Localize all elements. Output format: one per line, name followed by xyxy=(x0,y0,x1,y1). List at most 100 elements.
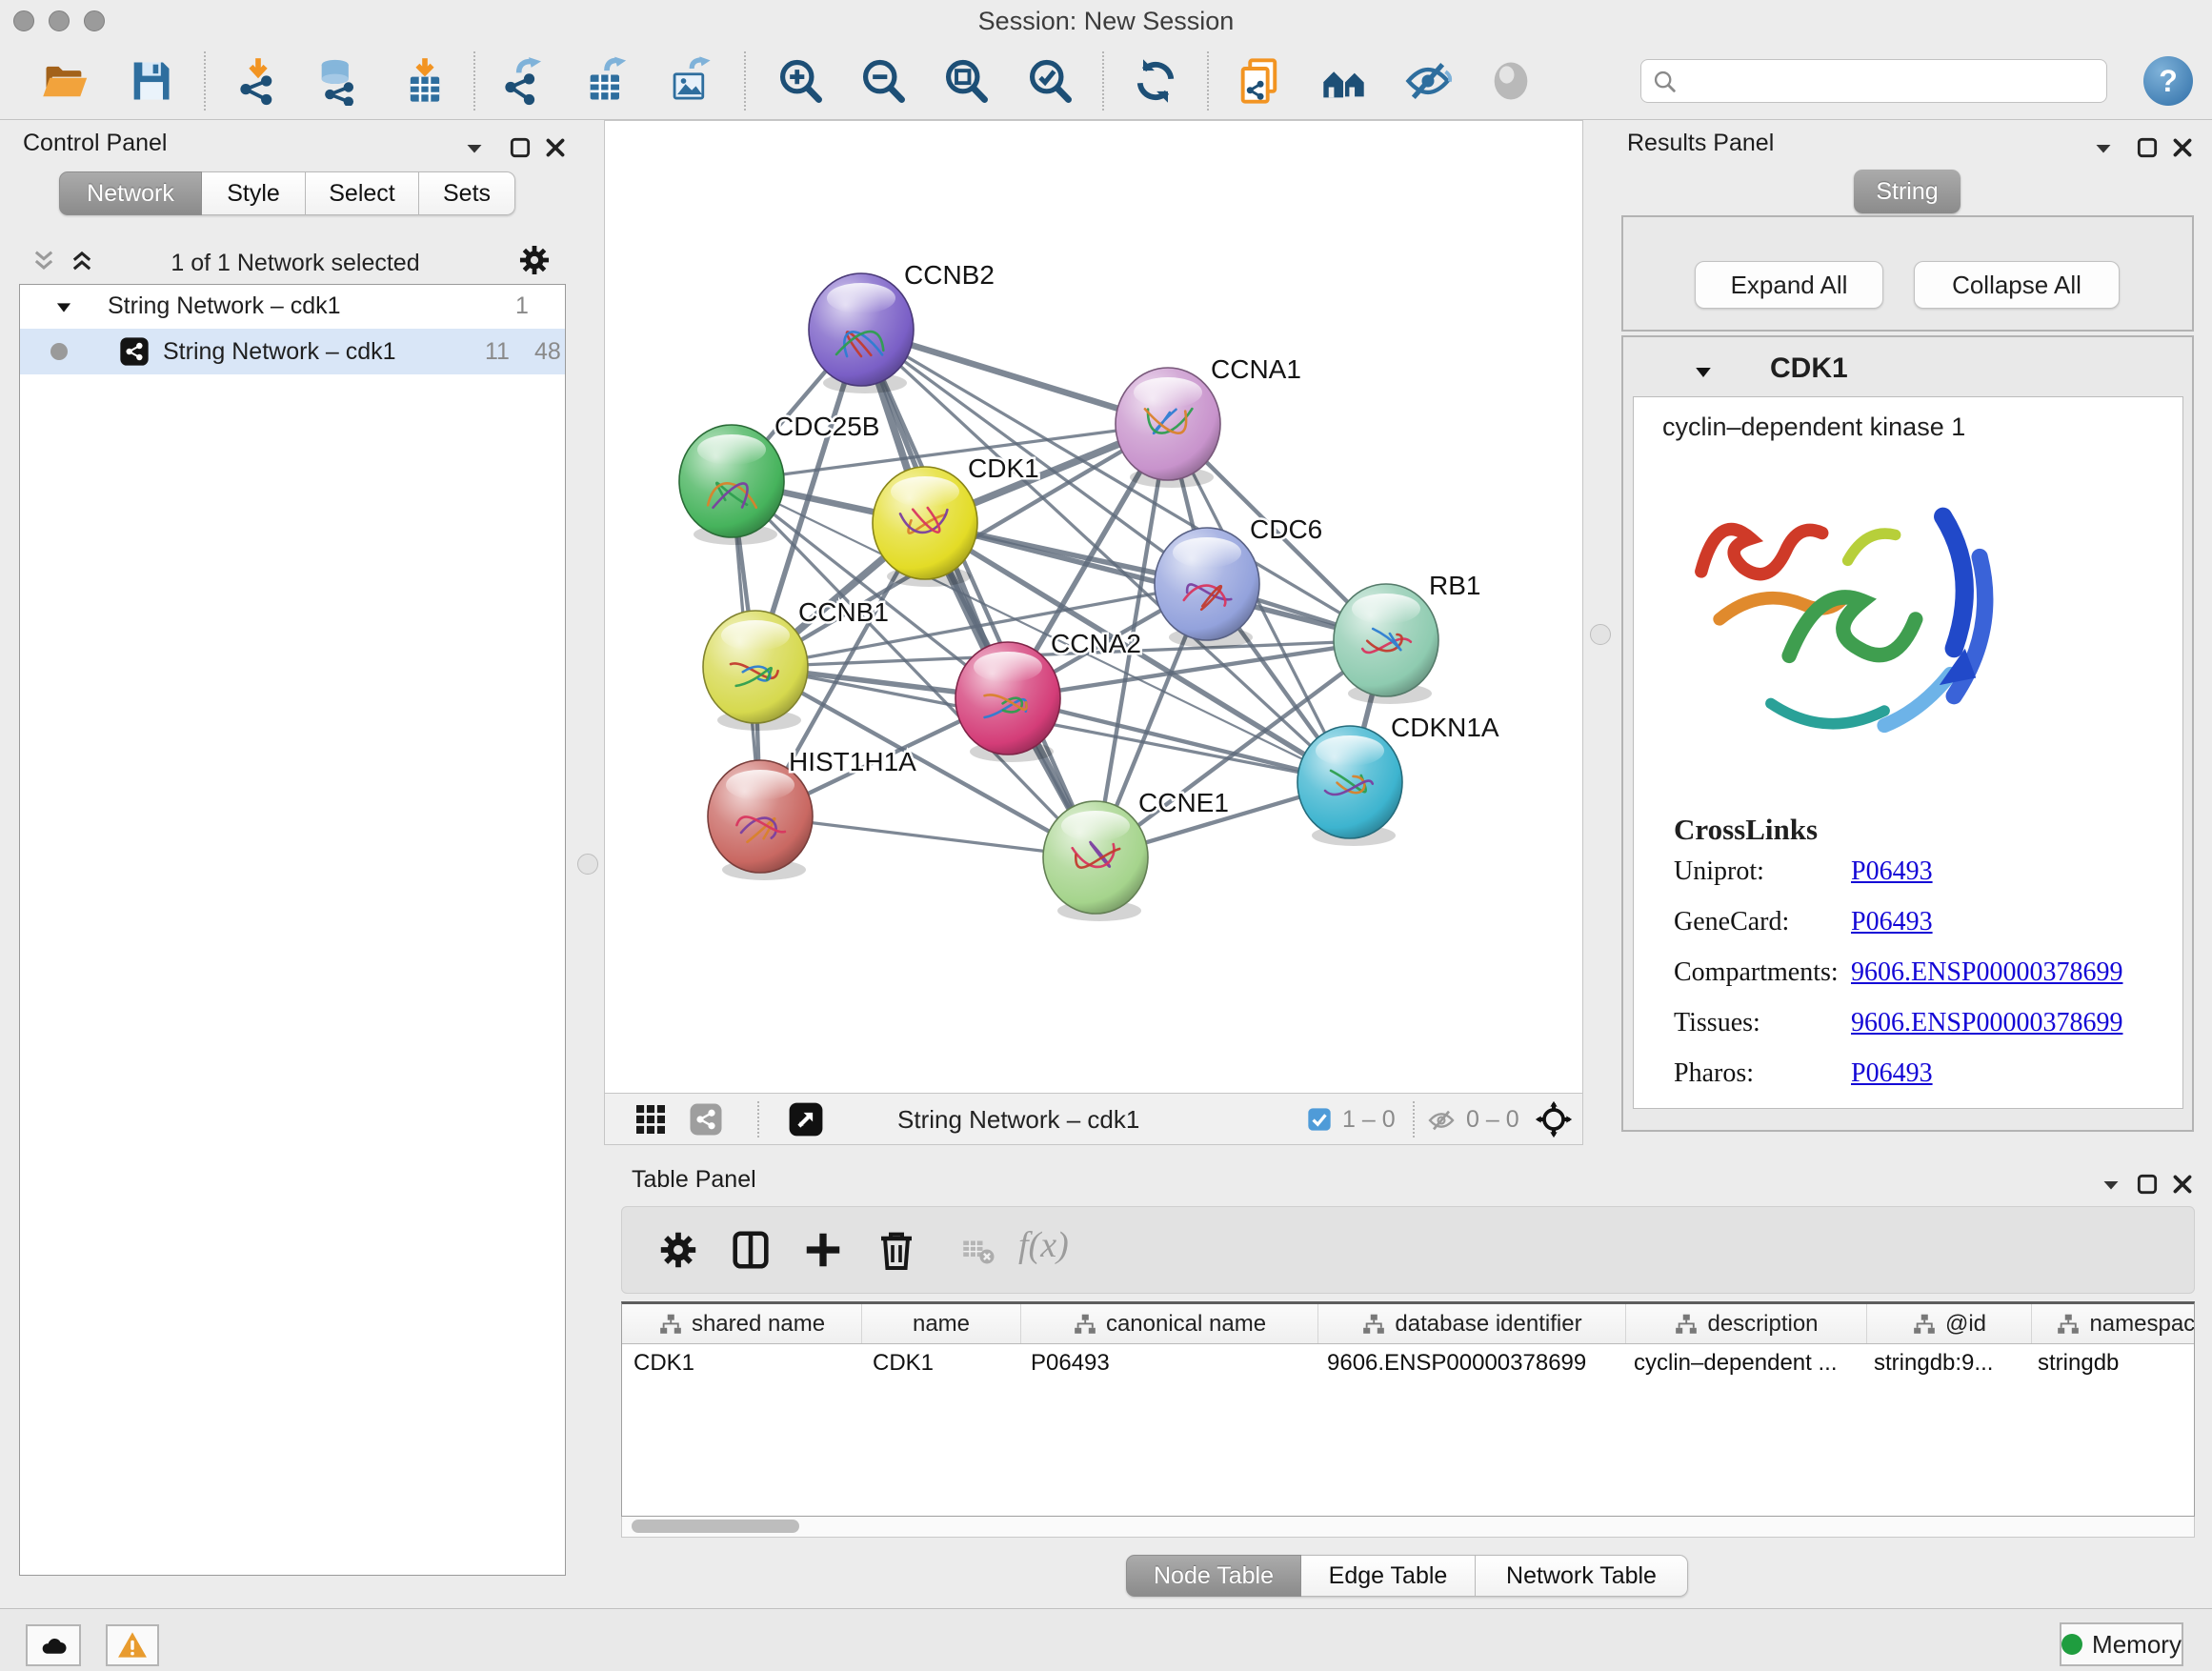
expand-all-networks-icon[interactable] xyxy=(69,248,95,274)
results-panel-close-icon[interactable] xyxy=(2170,135,2195,160)
export-network-icon[interactable] xyxy=(498,56,548,106)
add-column-icon[interactable] xyxy=(801,1228,845,1272)
table-cell[interactable]: P06493 xyxy=(1019,1350,1316,1377)
tab-edge-table[interactable]: Edge Table xyxy=(1301,1555,1476,1597)
hidden-eye-icon[interactable] xyxy=(1426,1105,1457,1136)
results-panel-float-icon[interactable] xyxy=(2135,135,2160,160)
collection-expand-triangle-icon[interactable] xyxy=(54,298,73,317)
column-header-description[interactable]: description xyxy=(1626,1304,1867,1343)
cloud-status-button[interactable] xyxy=(26,1624,81,1666)
table-settings-gear-icon[interactable] xyxy=(656,1228,700,1272)
network-canvas[interactable]: CCNB2CCNA1CDC25BCDK1CDC6RB1CCNB1CCNA2CDK… xyxy=(604,120,1583,1094)
table-cell[interactable]: cyclin–dependent ... xyxy=(1622,1350,1862,1377)
save-session-icon[interactable] xyxy=(126,56,175,106)
table-cell[interactable]: 9606.ENSP00000378699 xyxy=(1316,1350,1622,1377)
clone-network-icon[interactable] xyxy=(1235,56,1284,106)
birds-eye-view-icon[interactable] xyxy=(788,1101,824,1137)
column-header-shared-name[interactable]: shared name xyxy=(622,1304,862,1343)
crosslink-value-link[interactable]: 9606.ENSP00000378699 xyxy=(1851,957,2122,988)
network-node-cdc6[interactable]: CDC6 xyxy=(1155,514,1322,648)
network-badge-icon[interactable] xyxy=(689,1102,723,1137)
table-row[interactable]: CDK1CDK1P064939606.ENSP00000378699cyclin… xyxy=(622,1344,2195,1382)
tab-sets[interactable]: Sets xyxy=(419,171,515,215)
table-cell[interactable]: stringdb:9... xyxy=(1862,1350,2026,1377)
table-hscrollbar[interactable] xyxy=(621,1517,2195,1538)
table-panel-menu-icon[interactable] xyxy=(2100,1174,2122,1197)
control-panel-float-icon[interactable] xyxy=(508,135,533,160)
zoom-out-icon[interactable] xyxy=(858,56,908,106)
protein-collapse-triangle-icon[interactable] xyxy=(1693,362,1714,383)
string-results-tab[interactable]: String xyxy=(1854,170,1961,213)
crosslink-value-link[interactable]: P06493 xyxy=(1851,1058,1933,1089)
results-panel-menu-icon[interactable] xyxy=(2092,137,2115,160)
pan-crosshair-icon[interactable] xyxy=(1535,1100,1573,1138)
control-panel-menu-icon[interactable] xyxy=(463,137,486,160)
tab-select[interactable]: Select xyxy=(306,171,419,215)
network-node-hist1h1a[interactable]: HIST1H1A xyxy=(708,747,916,880)
show-columns-icon[interactable] xyxy=(729,1228,773,1272)
column-header-name[interactable]: name xyxy=(862,1304,1021,1343)
crosslink-value-link[interactable]: P06493 xyxy=(1851,856,1933,887)
control-panel-title: Control Panel xyxy=(23,130,167,157)
table-cell[interactable]: CDK1 xyxy=(622,1350,861,1377)
network-node-ccna1[interactable]: CCNA1 xyxy=(1116,354,1301,488)
crosslink-value-link[interactable]: 9606.ENSP00000378699 xyxy=(1851,1008,2122,1038)
export-table-icon[interactable] xyxy=(582,56,632,106)
export-image-icon[interactable] xyxy=(665,56,714,106)
search-input[interactable] xyxy=(1640,59,2107,103)
hide-panels-icon[interactable] xyxy=(1403,56,1453,106)
grid-view-icon[interactable] xyxy=(633,1102,668,1137)
network-options-gear-icon[interactable] xyxy=(516,242,553,278)
control-panel-close-icon[interactable] xyxy=(543,135,568,160)
tab-node-table[interactable]: Node Table xyxy=(1126,1555,1301,1597)
show-all-panels-icon[interactable] xyxy=(1319,56,1369,106)
network-node-ccnb2[interactable]: CCNB2 xyxy=(809,260,995,393)
left-splitter-handle[interactable] xyxy=(577,854,598,875)
node-label: CCNB2 xyxy=(904,260,995,290)
network-edge[interactable] xyxy=(861,330,1096,857)
tab-style[interactable]: Style xyxy=(202,171,306,215)
column-header-namespace[interactable]: namespace xyxy=(2032,1304,2195,1343)
network-node-ccne1[interactable]: CCNE1 xyxy=(1043,788,1229,921)
refresh-network-icon[interactable] xyxy=(1131,56,1180,106)
import-network-file-icon[interactable] xyxy=(233,56,283,106)
zoom-selected-icon[interactable] xyxy=(1025,56,1075,106)
presentation-mode-icon[interactable] xyxy=(1486,56,1536,106)
network-node-cdkn1a[interactable]: CDKN1A xyxy=(1297,713,1499,846)
zoom-fit-icon[interactable] xyxy=(941,56,991,106)
crosslink-value-link[interactable]: P06493 xyxy=(1851,907,1933,937)
import-network-database-icon[interactable] xyxy=(313,56,363,106)
network-node-cdc25b[interactable]: CDC25B xyxy=(679,412,879,545)
help-button[interactable]: ? xyxy=(2143,56,2193,106)
right-splitter-handle[interactable] xyxy=(1590,624,1611,645)
column-header-database-identifier[interactable]: database identifier xyxy=(1318,1304,1626,1343)
table-cell[interactable]: CDK1 xyxy=(861,1350,1019,1377)
column-header-id[interactable]: @id xyxy=(1867,1304,2032,1343)
network-collection-row[interactable]: String Network – cdk1 1 xyxy=(20,285,565,329)
network-node-cdk1[interactable]: CDK1 xyxy=(873,453,1039,587)
application-window: Session: New Session ? Control Panel Net… xyxy=(0,0,2212,1671)
tab-network[interactable]: Network xyxy=(59,171,202,215)
selected-checkbox-icon[interactable] xyxy=(1306,1106,1333,1133)
delete-column-trash-icon[interactable] xyxy=(874,1226,919,1274)
warnings-button[interactable] xyxy=(106,1624,159,1666)
expand-all-button[interactable]: Expand All xyxy=(1695,261,1883,309)
memory-button[interactable]: Memory xyxy=(2060,1622,2183,1666)
table-panel-close-icon[interactable] xyxy=(2170,1172,2195,1197)
collapse-all-button[interactable]: Collapse All xyxy=(1914,261,2120,309)
network-row-selected[interactable]: String Network – cdk1 11 48 xyxy=(20,329,565,374)
node-label: CCNE1 xyxy=(1138,788,1229,817)
network-graph[interactable]: CCNB2CCNA1CDC25BCDK1CDC6RB1CCNB1CCNA2CDK… xyxy=(605,121,1582,1093)
open-file-icon[interactable] xyxy=(40,56,90,106)
tab-network-table[interactable]: Network Table xyxy=(1476,1555,1688,1597)
network-node-rb1[interactable]: RB1 xyxy=(1334,571,1480,704)
zoom-in-icon[interactable] xyxy=(775,56,825,106)
import-table-icon[interactable] xyxy=(400,56,450,106)
collapse-all-networks-icon[interactable] xyxy=(30,248,57,274)
table-cell[interactable]: stringdb xyxy=(2026,1350,2195,1377)
network-node-ccnb1[interactable]: CCNB1 xyxy=(703,597,889,731)
column-header-canonical-name[interactable]: canonical name xyxy=(1021,1304,1318,1343)
protein-result-box: CDK1 cyclin–dependent kinase 1 CrossLink… xyxy=(1621,335,2194,1132)
table-panel-float-icon[interactable] xyxy=(2135,1172,2160,1197)
table-hscrollbar-thumb[interactable] xyxy=(632,1520,799,1533)
